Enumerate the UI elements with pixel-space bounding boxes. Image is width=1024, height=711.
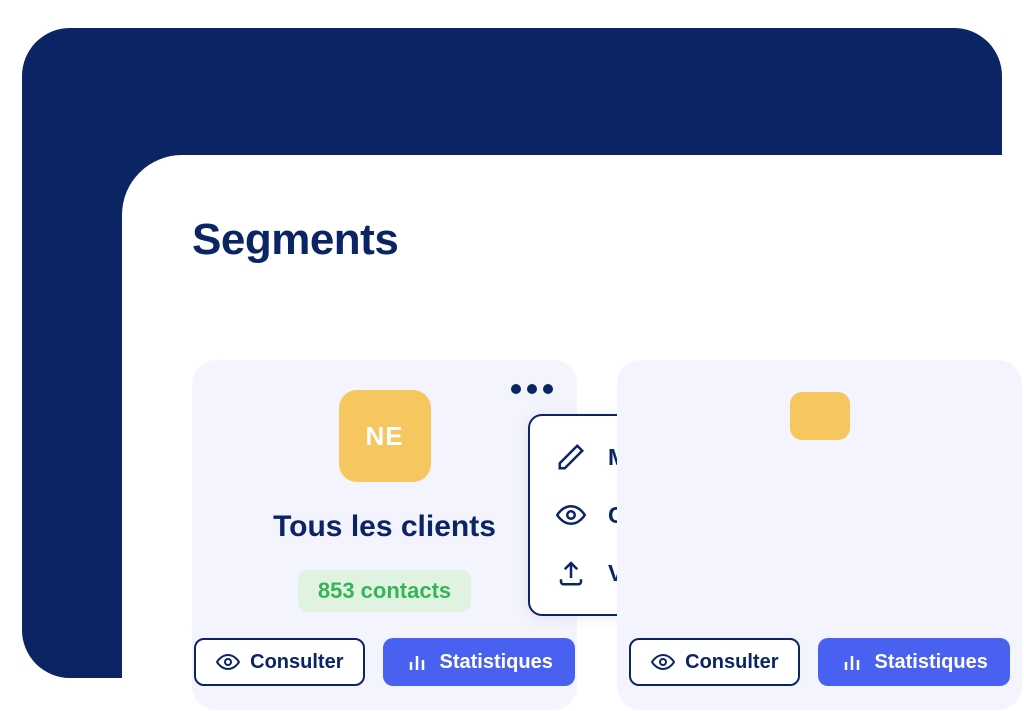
contacts-count-chip: 853 contacts	[298, 570, 471, 612]
main-surface: Segments NE Tous les clients 853 contact…	[122, 155, 1012, 688]
statistics-button-label: Statistiques	[439, 651, 552, 674]
dot-icon	[543, 384, 553, 394]
segment-avatar-text: NE	[365, 421, 403, 452]
more-options-button[interactable]	[511, 384, 553, 394]
bar-chart-icon	[840, 650, 864, 674]
segment-cards-row: NE Tous les clients 853 contacts Consult…	[192, 360, 1022, 710]
statistics-button-label: Statistiques	[874, 651, 987, 674]
eye-icon	[651, 650, 675, 674]
consult-button[interactable]: Consulter	[629, 638, 800, 686]
statistics-button[interactable]: Statistiques	[383, 638, 574, 686]
eye-icon	[556, 500, 586, 530]
pencil-icon	[556, 442, 586, 472]
segment-card: Consulter Statistiques	[617, 360, 1022, 710]
consult-button[interactable]: Consulter	[194, 638, 365, 686]
statistics-button[interactable]: Statistiques	[818, 638, 1009, 686]
app-frame: Segments NE Tous les clients 853 contact…	[22, 28, 1002, 678]
dot-icon	[527, 384, 537, 394]
upload-icon	[556, 558, 586, 588]
page-title: Segments	[192, 215, 1012, 265]
segment-avatar: NE	[339, 390, 431, 482]
segment-avatar	[790, 392, 850, 440]
consult-button-label: Consulter	[685, 651, 778, 674]
segment-title: Tous les clients	[192, 510, 577, 544]
segment-card: NE Tous les clients 853 contacts Consult…	[192, 360, 577, 710]
bar-chart-icon	[405, 650, 429, 674]
eye-icon	[216, 650, 240, 674]
dot-icon	[511, 384, 521, 394]
consult-button-label: Consulter	[250, 651, 343, 674]
